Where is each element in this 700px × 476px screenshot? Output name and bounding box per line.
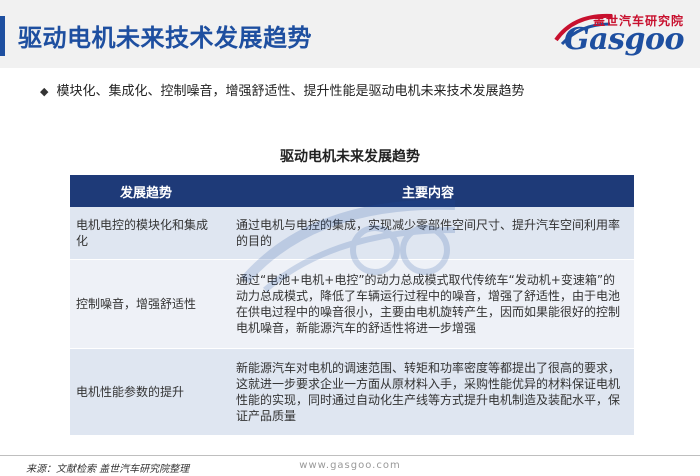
table-row: 控制噪音，增强舒适性 通过“电池+电机+电控”的动力总成模式取代传统车“发动机+… <box>70 259 634 349</box>
trend-cell: 电机性能参数的提升 <box>70 348 222 436</box>
page-title: 驱动电机未来技术发展趋势 <box>18 24 312 52</box>
footer-url: www.gasgoo.com <box>299 460 401 471</box>
table-header-row: 发展趋势 主要内容 <box>70 175 634 207</box>
gasgoo-logo: 盖世汽车研究院 Gasgoo <box>534 8 684 60</box>
table-row: 电机性能参数的提升 新能源汽车对电机的调速范围、转矩和功率密度等都提出了很高的要… <box>70 348 634 436</box>
trend-table: 发展趋势 主要内容 电机电控的模块化和集成化 通过电机与电控的集成，实现减少零部… <box>70 175 634 436</box>
trend-cell: 控制噪音，增强舒适性 <box>70 259 222 349</box>
summary-bullet: ◆ 模块化、集成化、控制噪音，增强舒适性、提升性能是驱动电机未来技术发展趋势 <box>40 80 524 99</box>
header-accent-bar <box>0 16 5 56</box>
logo-en-text: Gasgoo <box>564 22 684 57</box>
trend-cell: 电机电控的模块化和集成化 <box>70 207 222 260</box>
content-cell: 通过“电池+电机+电控”的动力总成模式取代传统车“发动机+变速箱”的动力总成模式… <box>222 259 634 349</box>
summary-text: 模块化、集成化、控制噪音，增强舒适性、提升性能是驱动电机未来技术发展趋势 <box>56 84 525 99</box>
header-trend: 发展趋势 <box>70 175 222 207</box>
content-cell: 新能源汽车对电机的调速范围、转矩和功率密度等都提出了很高的要求，这就进一步要求企… <box>222 348 634 436</box>
table-row: 电机电控的模块化和集成化 通过电机与电控的集成，实现减少零部件空间尺寸、提升汽车… <box>70 207 634 260</box>
diamond-bullet-icon: ◆ <box>40 85 49 98</box>
footer-divider <box>0 455 700 456</box>
table-title: 驱动电机未来发展趋势 <box>280 149 420 165</box>
content-cell: 通过电机与电控的集成，实现减少零部件空间尺寸、提升汽车空间利用率的目的 <box>222 207 634 260</box>
header-content: 主要内容 <box>222 175 634 207</box>
